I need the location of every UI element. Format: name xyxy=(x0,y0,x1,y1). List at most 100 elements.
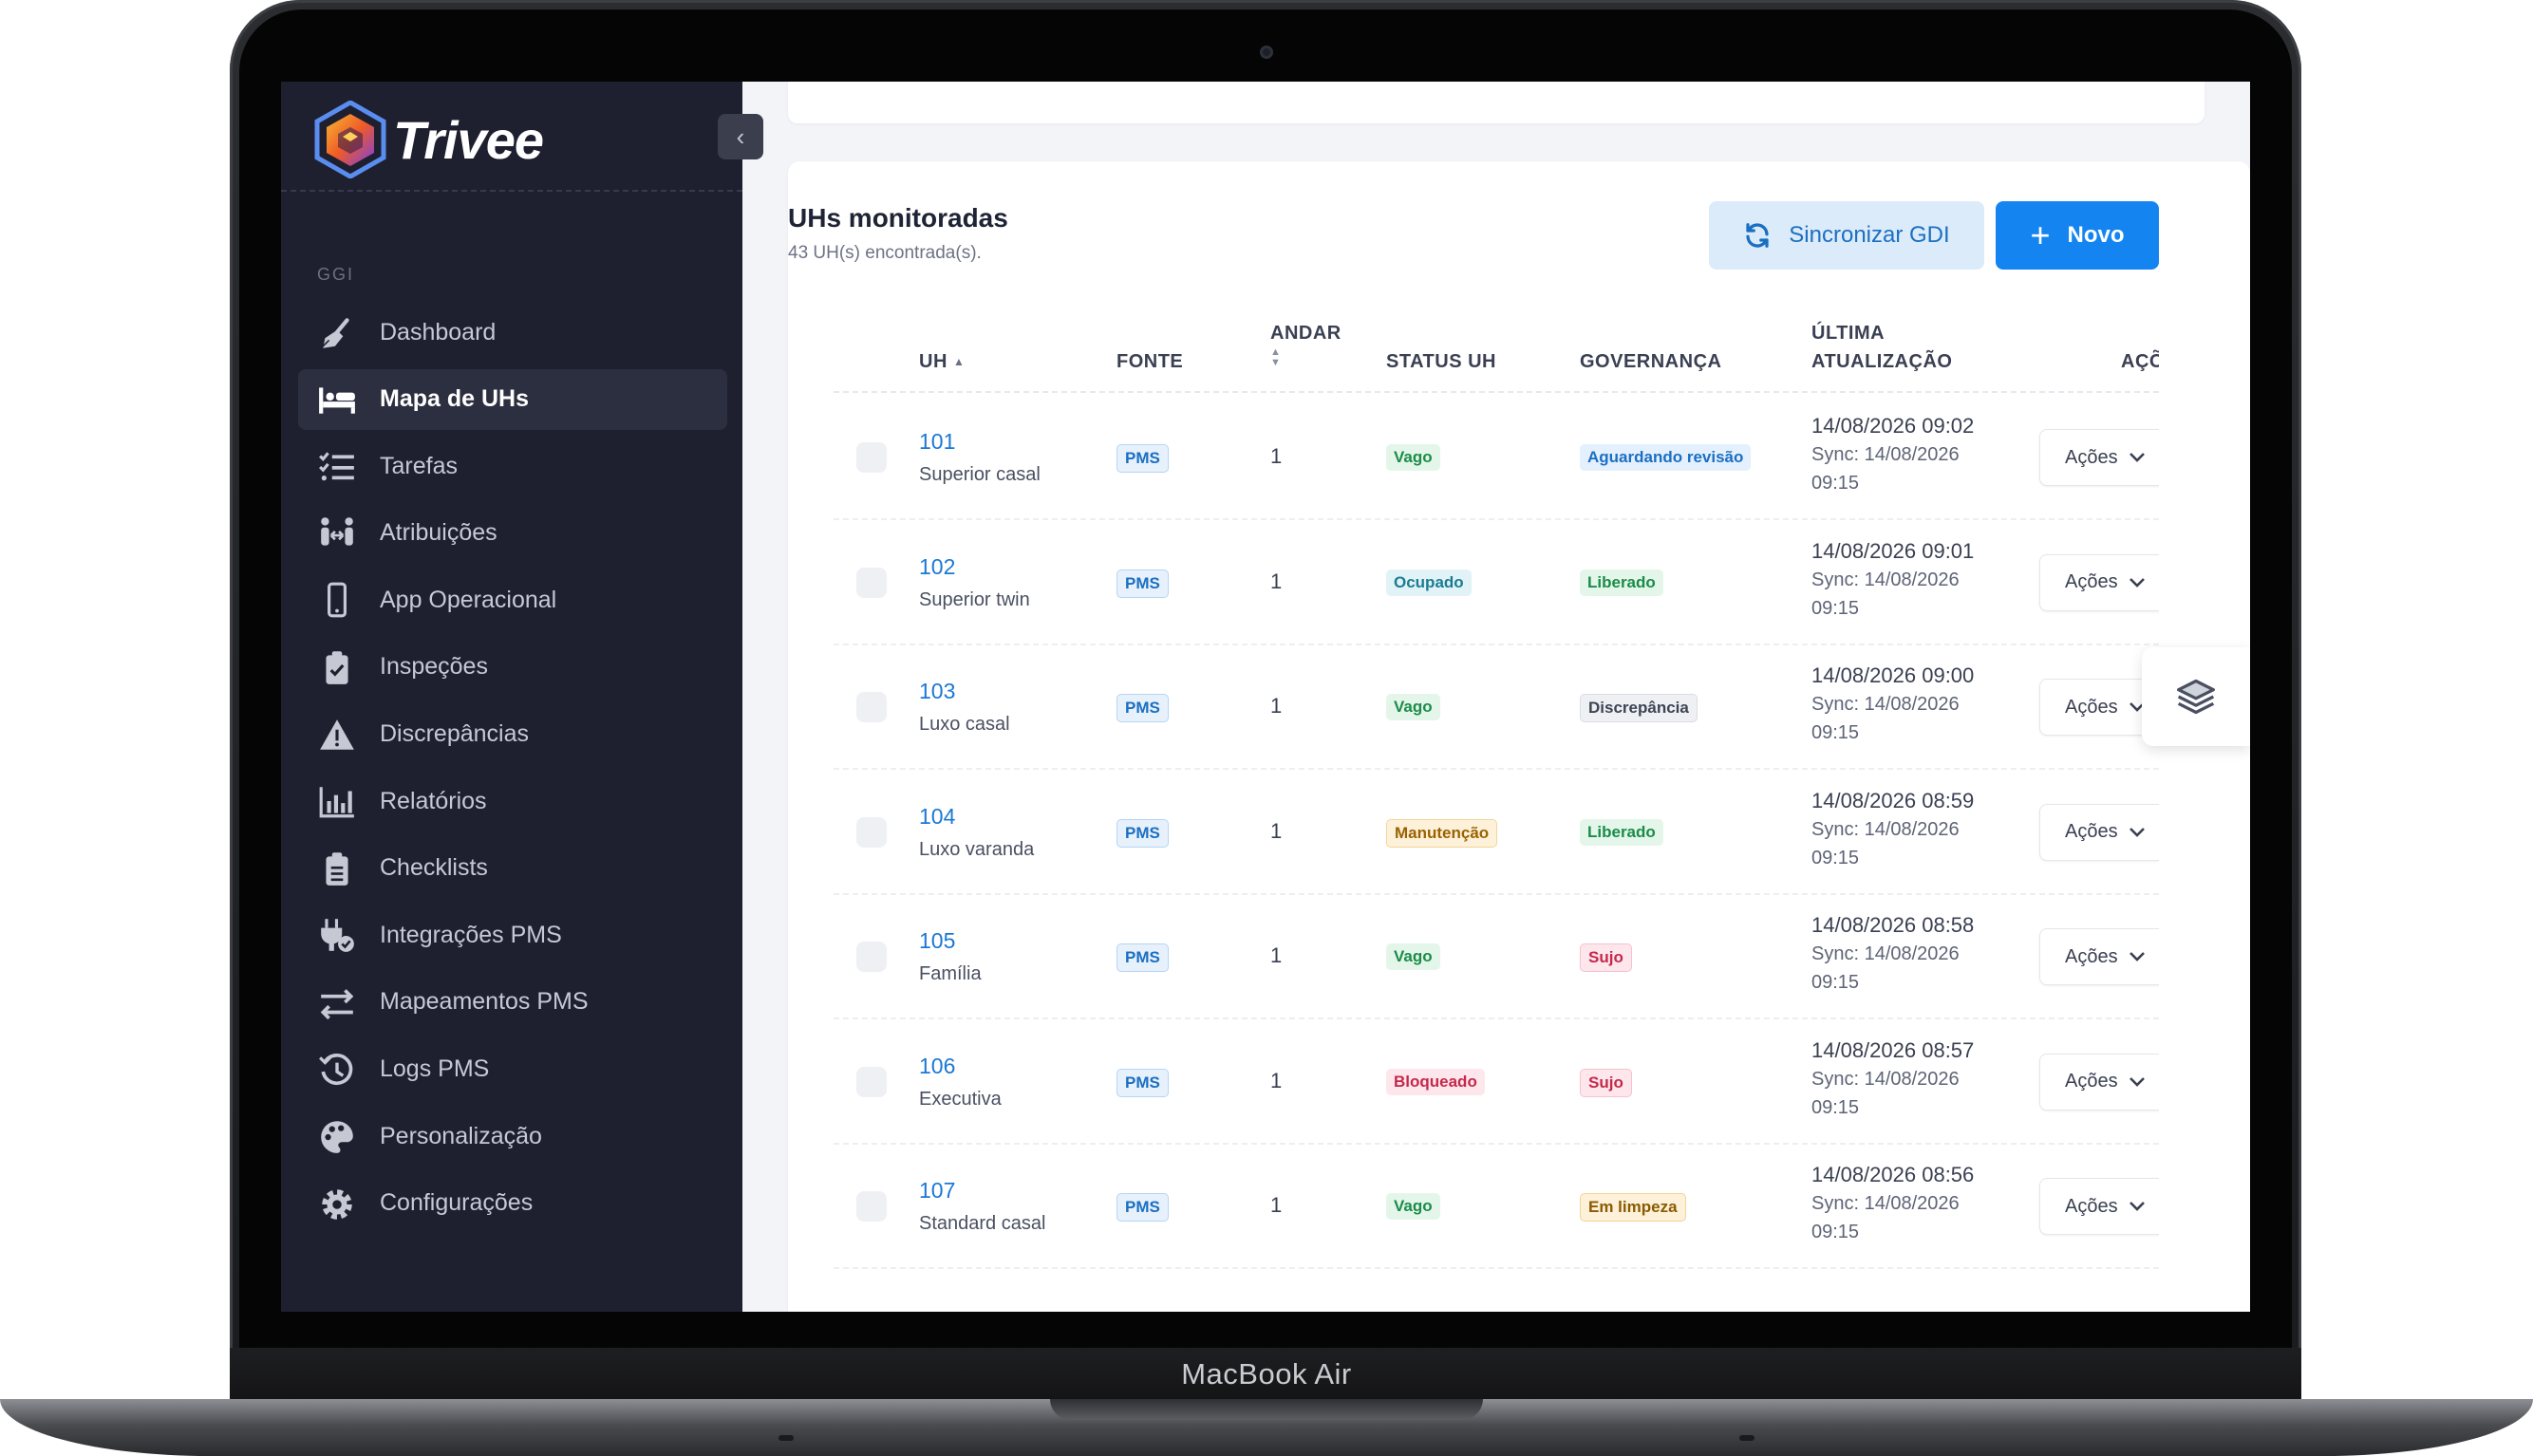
sidebar-section-label: GGI xyxy=(317,265,355,284)
uh-type: Família xyxy=(919,963,982,984)
sidebar-item-checklists[interactable]: Checklists xyxy=(298,838,727,899)
column-fonte[interactable]: FONTE xyxy=(1116,347,1183,376)
row-checkbox[interactable] xyxy=(856,442,887,473)
sidebar-item-mapa-de-uhs[interactable]: Mapa de UHs xyxy=(298,368,727,430)
column-uh[interactable]: UH ▲ xyxy=(919,347,965,376)
bar-chart-icon xyxy=(317,782,361,820)
status-badge: Vago xyxy=(1386,444,1440,471)
row-checkbox[interactable] xyxy=(856,816,887,848)
governance-badge: Sujo xyxy=(1580,943,1632,972)
last-updated: 14/08/2026 08:56 xyxy=(1811,1163,1975,1186)
uh-number-link[interactable]: 103 xyxy=(919,679,1010,704)
column-status[interactable]: STATUS UH xyxy=(1386,347,1496,376)
main-content: UHs monitoradas 43 UH(s) encontrada(s). … xyxy=(742,82,2250,1312)
source-badge: PMS xyxy=(1116,943,1169,972)
sidebar-item-app-operacional[interactable]: App Operacional xyxy=(298,569,727,630)
actions-dropdown[interactable]: Ações xyxy=(2039,803,2159,861)
device-label: MacBook Air xyxy=(1181,1357,1352,1391)
actions-label: Ações xyxy=(2065,446,2118,468)
plus-icon: + xyxy=(2030,215,2051,254)
actions-dropdown[interactable]: Ações xyxy=(2039,928,2159,985)
governance-badge: Liberado xyxy=(1580,818,1663,846)
floor-value: 1 xyxy=(1270,694,1283,718)
sidebar-item-label: Tarefas xyxy=(380,452,458,479)
source-badge: PMS xyxy=(1116,1068,1169,1097)
uh-number-link[interactable]: 104 xyxy=(919,804,1034,830)
column-atualizacao-line2: ATUALIZAÇÃO xyxy=(1811,351,1953,372)
chevron-down-icon xyxy=(2129,1076,2145,1087)
row-checkbox[interactable] xyxy=(856,942,887,972)
sidebar-item-inspecoes[interactable]: Inspeções xyxy=(298,637,727,698)
row-checkbox[interactable] xyxy=(856,1066,887,1097)
brand[interactable]: Trivee xyxy=(313,97,544,182)
table-row: 101 Superior casal PMS 1 Vago Aguardando revi… xyxy=(834,395,2159,520)
uh-number-link[interactable]: 101 xyxy=(919,429,1041,455)
layers-icon xyxy=(2177,679,2215,715)
sidebar-item-relatorios[interactable]: Relatórios xyxy=(298,771,727,831)
layers-button[interactable] xyxy=(2142,647,2250,746)
checklist-icon xyxy=(317,447,361,485)
last-updated: 14/08/2026 08:57 xyxy=(1811,1037,1975,1062)
sidebar-item-label: Discrepâncias xyxy=(380,720,530,748)
status-badge: Vago xyxy=(1386,943,1440,970)
sync-time: Sync: 14/08/2026 xyxy=(1811,943,1960,964)
governance-badge: Sujo xyxy=(1580,1068,1632,1097)
new-button-label: Novo xyxy=(2067,222,2125,248)
actions-dropdown[interactable]: Ações xyxy=(2039,1178,2159,1235)
sidebar-item-tarefas[interactable]: Tarefas xyxy=(298,436,727,496)
brand-logo-icon xyxy=(314,101,386,178)
actions-label: Ações xyxy=(2065,945,2118,967)
column-ultima-atualizacao[interactable]: ÚLTIMA ATUALIZAÇÃO xyxy=(1811,319,1952,376)
page-title: UHs monitoradas xyxy=(788,203,1008,233)
last-updated: 14/08/2026 09:01 xyxy=(1811,538,1975,563)
warning-icon xyxy=(317,716,361,754)
sidebar-item-configuracoes[interactable]: Configurações xyxy=(298,1173,727,1234)
table-header: UH ▲ FONTE ANDAR ▲ ▼ STATUS UH GOVERNANÇA… xyxy=(834,302,2159,393)
sidebar-item-logs-pms[interactable]: Logs PMS xyxy=(298,1039,727,1100)
actions-dropdown[interactable]: Ações xyxy=(2039,553,2159,611)
laptop-foot xyxy=(1739,1435,1754,1441)
row-checkbox[interactable] xyxy=(856,1191,887,1222)
row-checkbox[interactable] xyxy=(856,692,887,722)
sync-time-hour: 09:15 xyxy=(1811,597,1860,619)
arrows-exchange-icon xyxy=(317,983,361,1021)
actions-dropdown[interactable]: Ações xyxy=(2039,1053,2159,1111)
sidebar-item-dashboard[interactable]: Dashboard xyxy=(298,302,727,363)
sidebar: Trivee GGI Dashboard Mapa de UHs Tarefas At… xyxy=(281,82,742,1312)
sidebar-item-label: App Operacional xyxy=(380,586,557,613)
floor-value: 1 xyxy=(1270,818,1283,843)
row-checkbox[interactable] xyxy=(856,567,887,598)
actions-label: Ações xyxy=(2065,1195,2118,1217)
sidebar-item-personalizacao[interactable]: Personalização xyxy=(298,1106,727,1167)
floor-value: 1 xyxy=(1270,1068,1283,1092)
uh-number-link[interactable]: 107 xyxy=(919,1178,1045,1204)
table-row: 106 Executiva PMS 1 Bloqueado Sujo 14/08/2026 … xyxy=(834,1019,2159,1145)
uh-number-link[interactable]: 102 xyxy=(919,554,1030,580)
uh-number-link[interactable]: 106 xyxy=(919,1054,1002,1079)
sidebar-item-mapeamentos-pms[interactable]: Mapeamentos PMS xyxy=(298,972,727,1033)
sync-time: Sync: 14/08/2026 xyxy=(1811,569,1960,590)
column-atualizacao-line1: ÚLTIMA xyxy=(1811,323,1886,344)
new-uh-button[interactable]: + Novo xyxy=(1996,201,2159,270)
camera xyxy=(1260,46,1273,59)
sidebar-item-label: Relatórios xyxy=(380,787,487,814)
sidebar-item-integracoes-pms[interactable]: Integrações PMS xyxy=(298,905,727,965)
sidebar-item-label: Dashboard xyxy=(380,318,497,345)
clipboard-check-icon xyxy=(317,648,361,686)
column-andar[interactable]: ANDAR ▲ ▼ xyxy=(1270,319,1342,368)
app-screen: Trivee GGI Dashboard Mapa de UHs Tarefas At… xyxy=(281,82,2250,1312)
column-governanca[interactable]: GOVERNANÇA xyxy=(1580,347,1721,376)
sync-gdi-button[interactable]: Sincronizar GDI xyxy=(1709,201,1984,270)
sidebar-item-discrepancias[interactable]: Discrepâncias xyxy=(298,704,727,765)
actions-dropdown[interactable]: Ações xyxy=(2039,429,2159,486)
uh-number-link[interactable]: 105 xyxy=(919,928,982,954)
table-row: 104 Luxo varanda PMS 1 Manutenção Liberado 14/… xyxy=(834,770,2159,895)
sidebar-item-label: Mapeamentos PMS xyxy=(380,988,589,1016)
chevron-down-icon xyxy=(2129,1202,2145,1211)
clipboard-list-icon xyxy=(317,849,361,887)
source-badge: PMS xyxy=(1116,1193,1169,1222)
sidebar-nav: Dashboard Mapa de UHs Tarefas Atribuições Ap… xyxy=(298,302,727,1240)
laptop-notch xyxy=(1050,1399,1483,1420)
sidebar-item-atribuicoes[interactable]: Atribuições xyxy=(298,503,727,564)
mobile-icon xyxy=(317,581,361,619)
